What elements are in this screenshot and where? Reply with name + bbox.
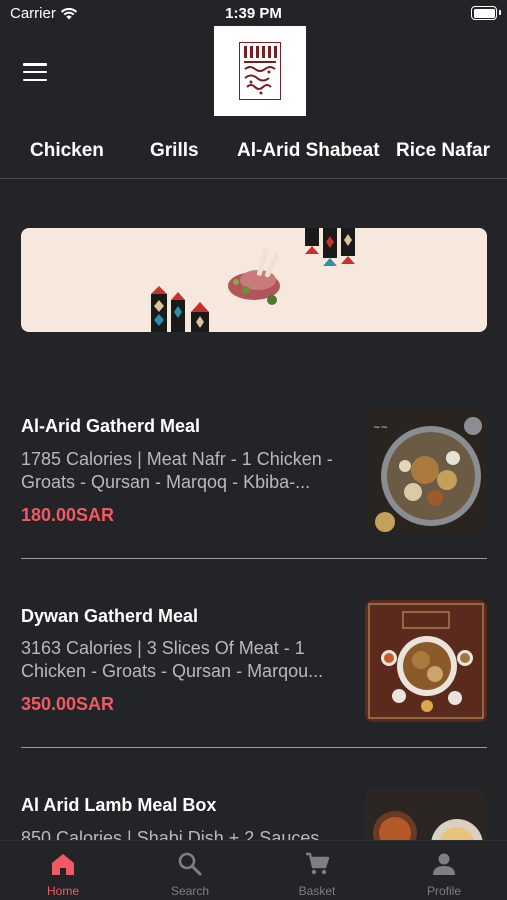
meal-description: 850 Calories | Shabi Dish + 2 Sauces: [21, 828, 320, 840]
cart-icon: [306, 852, 330, 875]
tab-basket[interactable]: Basket: [254, 841, 380, 900]
battery-icon: [471, 6, 497, 20]
tab-label: Search: [170, 884, 210, 898]
meal-name: Dywan Gatherd Meal: [21, 606, 199, 626]
tab-label: Home: [46, 884, 79, 898]
status-bar: Carrier 1:39 PM: [0, 0, 507, 28]
meal-item[interactable]: Al Arid Lamb Meal Box 850 Calories | Sha…: [0, 789, 507, 840]
meal-description: 3163 Calories | 3 Slices Of Meat - 1 Chi…: [21, 638, 324, 681]
meal-image: [365, 789, 487, 840]
meal-item[interactable]: Dywan Gatherd Meal 3163 Calories | 3 Sli…: [0, 600, 507, 750]
category-tabs: Chicken Grills Al-Arid Shabeat Rice Nafa…: [0, 136, 507, 166]
category-rice-nafar[interactable]: Rice Nafar: [396, 140, 490, 162]
tab-label: Basket: [298, 884, 336, 898]
tab-label: Profile: [426, 884, 461, 898]
battery-tip: [499, 10, 501, 15]
category-al-arid-shabeat[interactable]: Al-Arid Shabeat: [237, 140, 380, 162]
meal-description: 1785 Calories | Meat Nafr - 1 Chicken - …: [21, 449, 333, 492]
home-icon: [52, 854, 74, 875]
bottom-tab-bar: Home Search Basket Profile: [0, 840, 507, 900]
search-icon: [178, 852, 202, 876]
tab-profile[interactable]: Profile: [381, 841, 507, 900]
meal-name: Al-Arid Gatherd Meal: [21, 416, 201, 436]
category-chicken[interactable]: Chicken: [30, 140, 104, 162]
meal-name: Al Arid Lamb Meal Box: [21, 795, 217, 815]
meal-item[interactable]: Al-Arid Gatherd Meal 1785 Calories | Mea…: [0, 410, 507, 560]
meal-image: [365, 600, 487, 722]
banner-illustration: [151, 228, 355, 332]
meal-price: 180.00SAR: [21, 505, 115, 525]
meal-divider: [21, 558, 487, 559]
meal-price: 350.00SAR: [21, 694, 115, 714]
svg-text:~~: ~~: [373, 423, 388, 433]
tab-home[interactable]: Home: [0, 841, 126, 900]
status-time: 1:39 PM: [225, 5, 282, 22]
category-grills[interactable]: Grills: [150, 140, 199, 162]
meal-divider: [21, 747, 487, 748]
meal-image: ~~: [365, 410, 487, 532]
menu-icon[interactable]: [23, 63, 47, 81]
tab-search[interactable]: Search: [127, 841, 253, 900]
restaurant-logo: [214, 26, 306, 116]
category-divider: [0, 178, 507, 179]
profile-icon: [433, 853, 455, 875]
promo-banner[interactable]: [21, 228, 487, 332]
